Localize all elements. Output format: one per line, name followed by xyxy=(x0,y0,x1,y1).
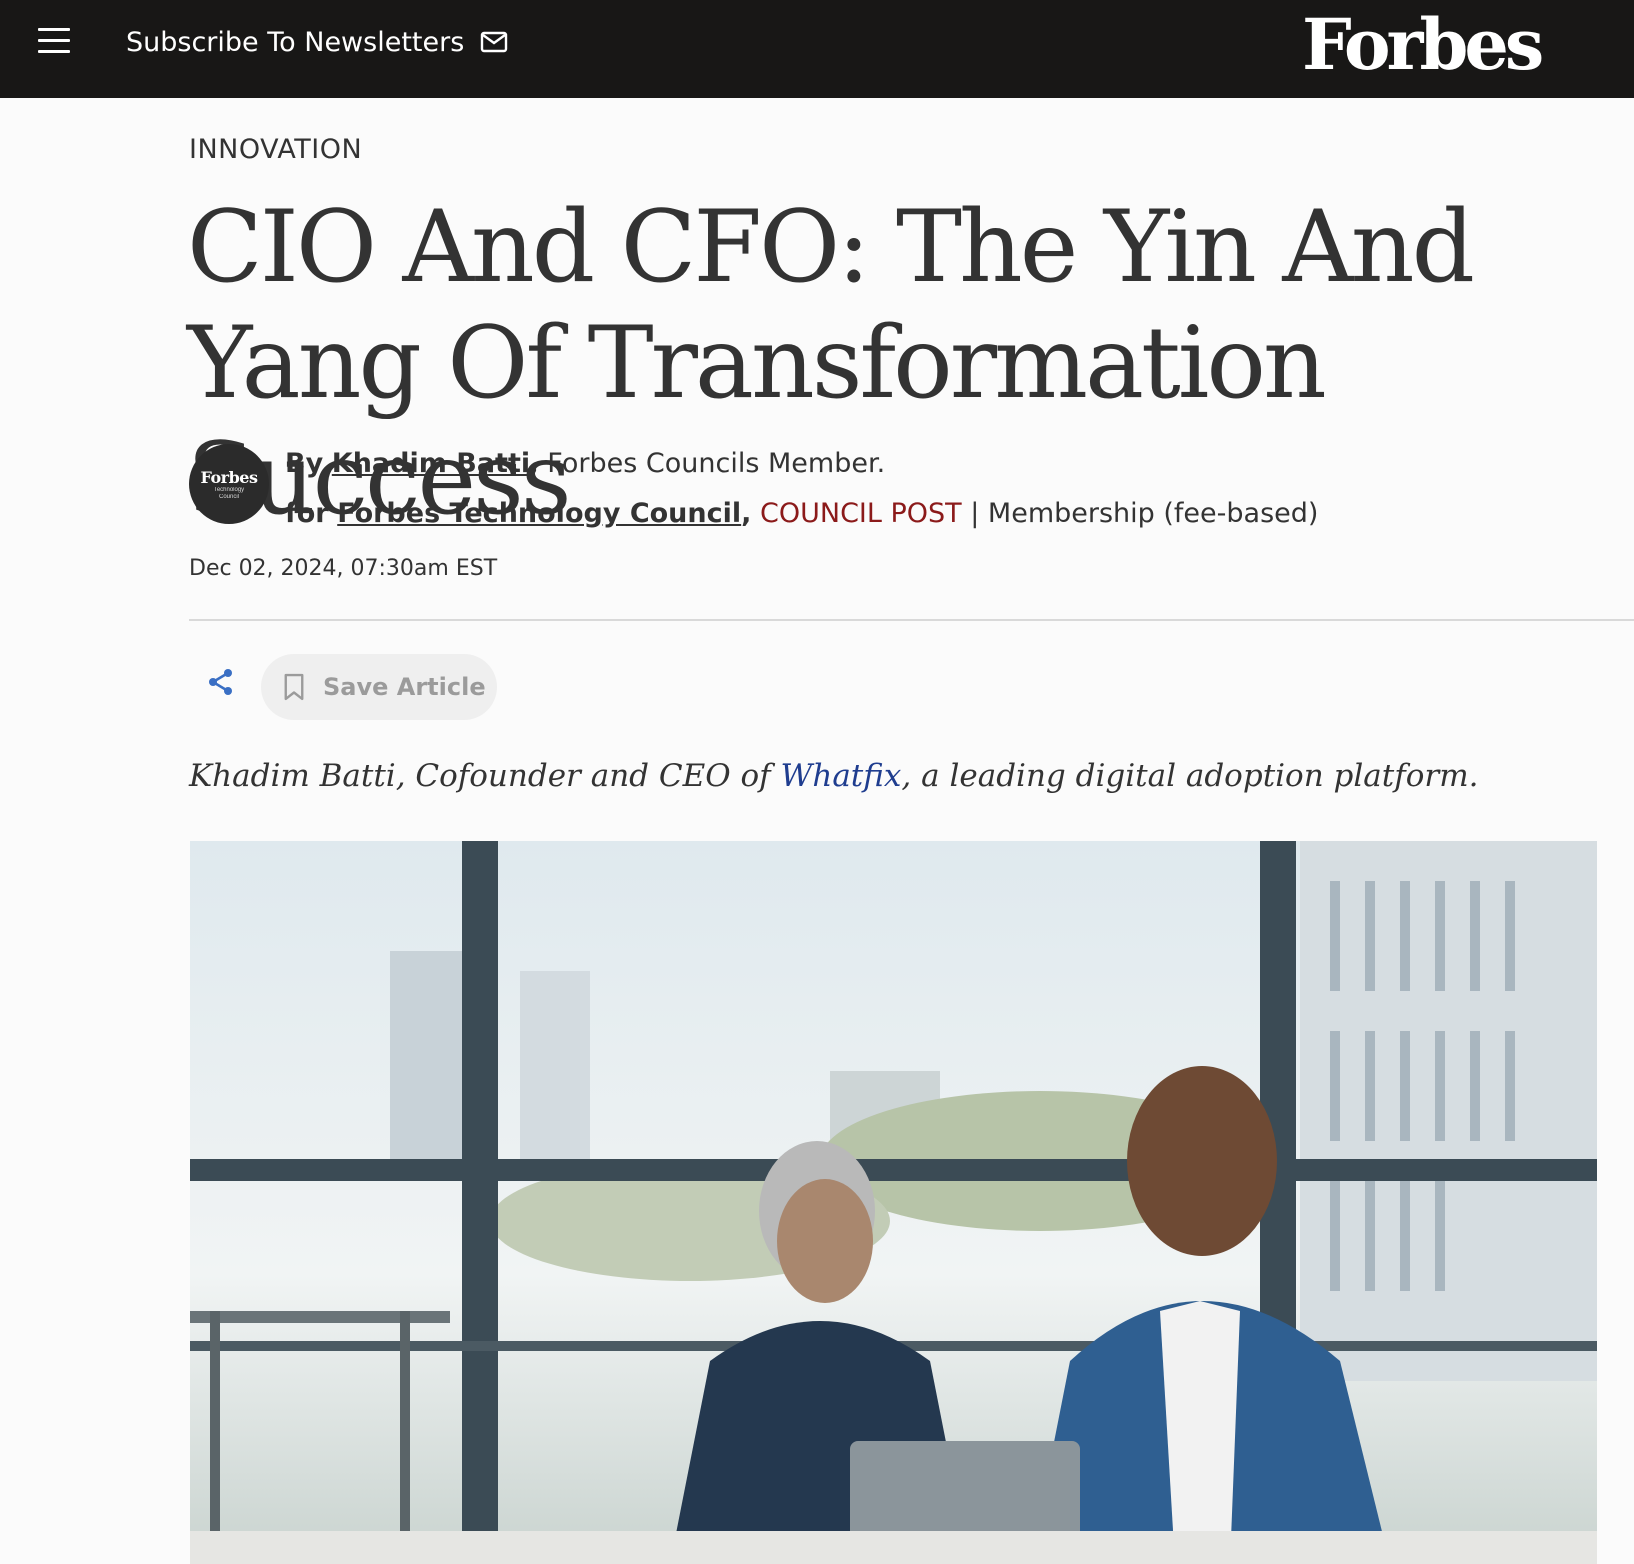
hamburger-menu-icon[interactable] xyxy=(34,28,74,58)
council-post-badge[interactable]: COUNCIL POST xyxy=(760,498,962,529)
hero-image xyxy=(190,841,1597,1564)
bookmark-icon xyxy=(284,673,304,701)
company-link[interactable]: Whatfix xyxy=(780,758,901,794)
avatar-sub-1: Technology xyxy=(213,486,245,493)
top-navigation-bar: Subscribe To Newsletters Forbes xyxy=(0,0,1634,98)
article-headline: CIO And CFO: The Yin And Yang Of Transfo… xyxy=(187,190,1475,537)
subtitle-before: Khadim Batti, Cofounder and CEO of xyxy=(189,758,781,794)
membership-note: | Membership (fee-based) xyxy=(961,498,1319,529)
subscribe-newsletters-link[interactable]: Subscribe To Newsletters xyxy=(126,22,508,62)
publish-date: Dec 02, 2024, 07:30am EST xyxy=(189,556,498,581)
subtitle-after: , a leading digital adoption platform. xyxy=(901,758,1479,794)
save-article-label: Save Article xyxy=(323,673,486,701)
by-label: By xyxy=(285,448,324,479)
subscribe-label: Subscribe To Newsletters xyxy=(126,26,465,58)
divider xyxy=(189,619,1634,621)
mail-icon xyxy=(481,31,508,53)
save-article-button[interactable]: Save Article xyxy=(261,654,497,720)
council-line: for Forbes Technology Council, COUNCIL P… xyxy=(285,494,1318,534)
section-label[interactable]: INNOVATION xyxy=(189,134,362,165)
for-label: for xyxy=(285,498,329,529)
avatar-sub-2: Council xyxy=(218,493,239,500)
author-role: , Forbes Councils Member. xyxy=(530,448,886,479)
author-description: Khadim Batti, Cofounder and CEO of Whatf… xyxy=(189,758,1478,794)
council-link[interactable]: Forbes Technology Council xyxy=(337,498,741,529)
forbes-logo[interactable]: Forbes xyxy=(1302,6,1544,84)
council-avatar[interactable]: Forbes Technology Council xyxy=(189,444,269,524)
byline-comma: , xyxy=(741,498,752,529)
byline: By Khadim Batti, Forbes Councils Member. xyxy=(285,444,885,484)
share-icon[interactable] xyxy=(205,666,237,698)
author-link[interactable]: Khadim Batti xyxy=(332,448,530,479)
avatar-name: Forbes xyxy=(200,467,258,487)
